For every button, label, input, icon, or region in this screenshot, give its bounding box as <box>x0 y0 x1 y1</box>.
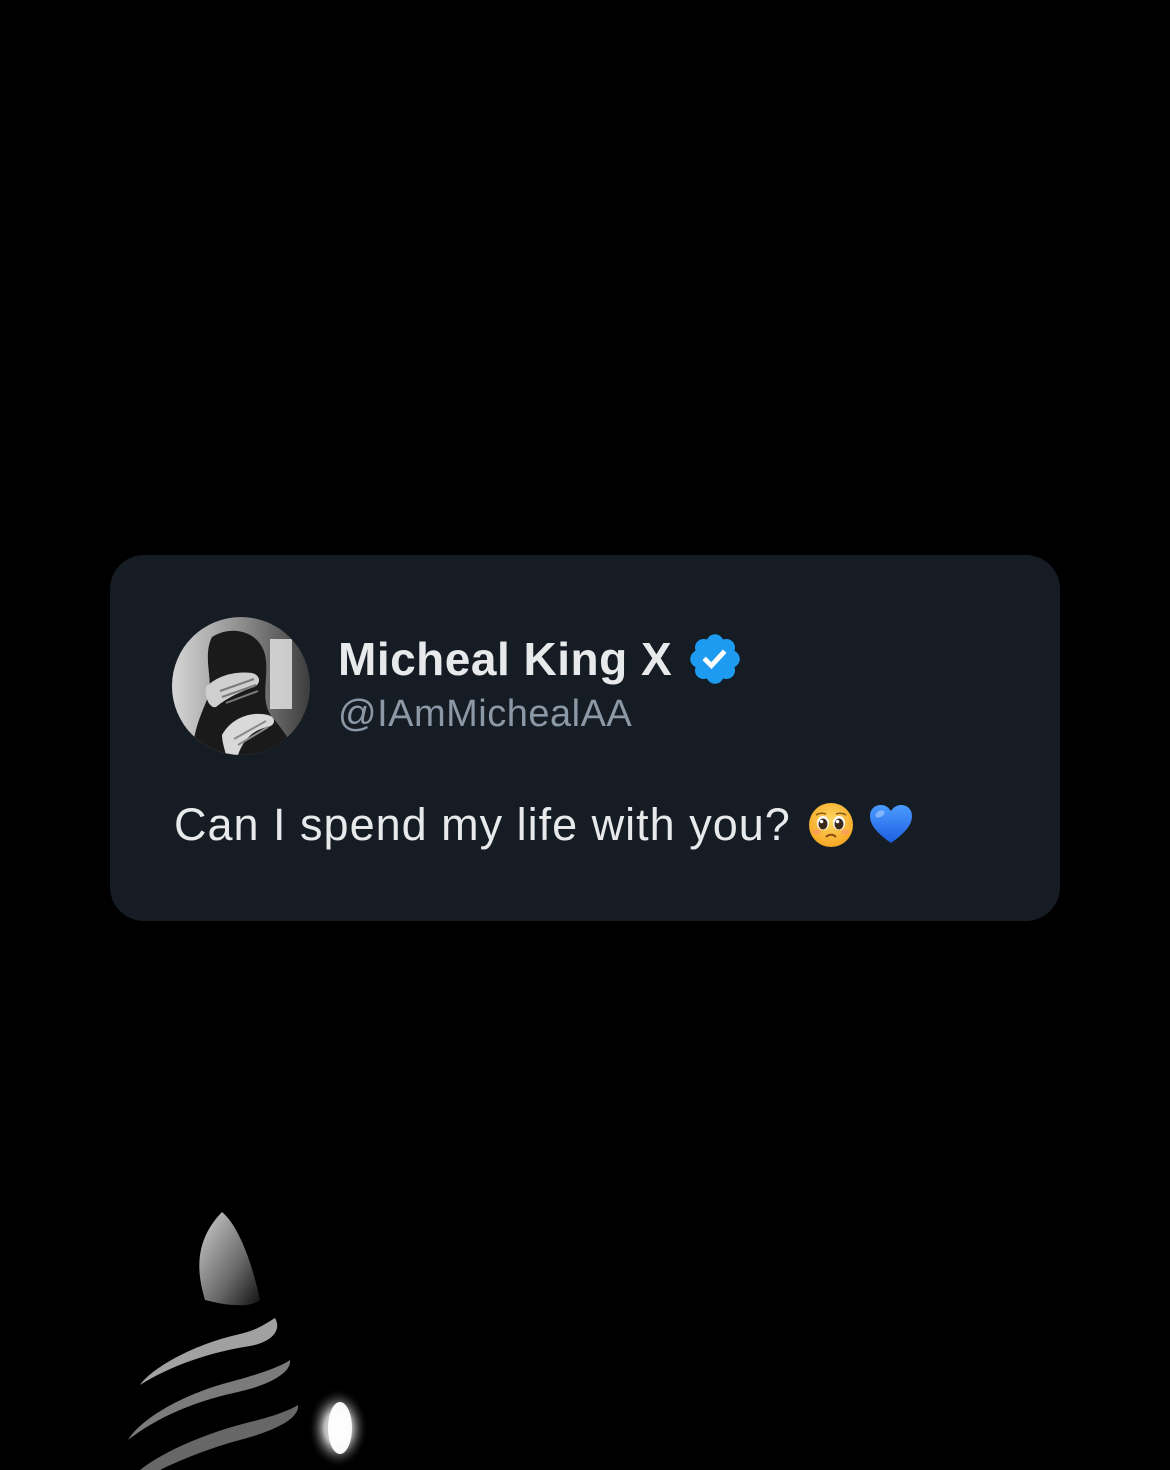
avatar[interactable] <box>172 617 310 755</box>
tweet-body: Can I spend my life with you? <box>174 795 915 855</box>
tweet-text: Can I spend my life with you? <box>174 799 791 850</box>
tweet-card[interactable]: Micheal King X @IAmMichealAA Can I spend… <box>110 555 1060 921</box>
display-name[interactable]: Micheal King X <box>338 632 672 686</box>
verified-badge-icon <box>690 634 740 684</box>
blue-heart-emoji <box>869 805 912 843</box>
author-info: Micheal King X @IAmMichealAA <box>338 631 744 736</box>
pleading-face-emoji <box>808 803 853 847</box>
user-handle[interactable]: @IAmMichealAA <box>338 693 744 736</box>
name-row: Micheal King X <box>338 631 744 687</box>
